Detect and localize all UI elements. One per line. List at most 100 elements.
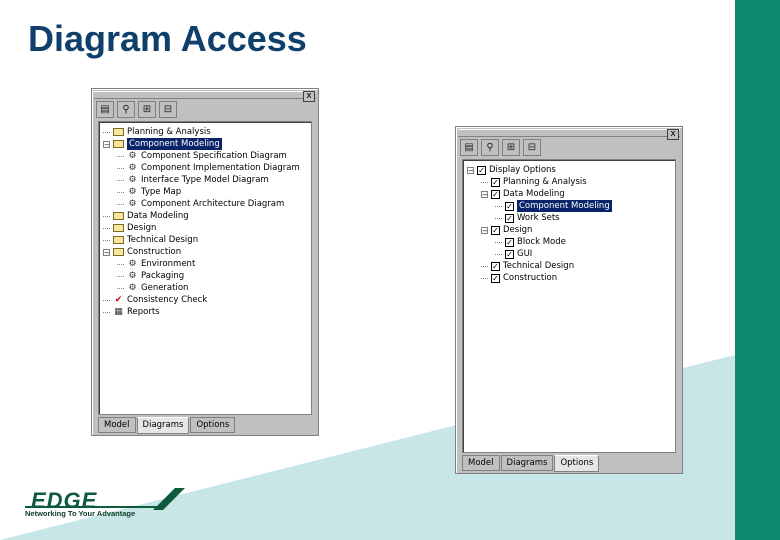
- collapse-icon[interactable]: ⊟: [523, 139, 541, 156]
- tree-item-gui[interactable]: ✓ GUI: [495, 248, 532, 260]
- tree-item-label: Packaging: [141, 271, 185, 281]
- tree-item-label: Type Map: [141, 187, 182, 197]
- tree-item-label: Component Architecture Diagram: [141, 199, 285, 209]
- tree-item-planning-analysis[interactable]: Planning & Analysis: [103, 126, 211, 138]
- tree-item-label: Display Options: [489, 165, 556, 175]
- tree-line-spacer: [117, 191, 124, 193]
- panel-titlebar[interactable]: [458, 129, 680, 137]
- tree-item-label: GUI: [517, 249, 533, 259]
- tree-item-label: Generation: [141, 283, 189, 293]
- tree-item-planning-analysis[interactable]: ✓ Planning & Analysis: [481, 176, 587, 188]
- checkbox-checked-icon[interactable]: ✓: [505, 249, 514, 259]
- print-icon[interactable]: ▤: [460, 139, 478, 156]
- diagram-icon: ⚙: [128, 199, 137, 209]
- tree-item-type-map[interactable]: ⚙ Type Map: [117, 186, 181, 198]
- tree-item-component-architecture-diagram[interactable]: ⚙ Component Architecture Diagram: [117, 198, 284, 210]
- tree-item-label: Work Sets: [517, 213, 560, 223]
- tab-diagrams[interactable]: Diagrams: [136, 417, 190, 434]
- tree-item-label: Data Modeling: [127, 211, 189, 221]
- slide-title: Diagram Access: [28, 18, 307, 59]
- tree-line-spacer: [117, 155, 124, 157]
- checkmark-icon: ✔: [114, 295, 123, 305]
- checkbox-checked-icon[interactable]: ✓: [491, 225, 500, 235]
- collapse-toggle-icon[interactable]: −: [103, 140, 110, 148]
- checkbox-checked-icon[interactable]: ✓: [491, 177, 500, 187]
- tree-item-work-sets[interactable]: ✓ Work Sets: [495, 212, 560, 224]
- panel-titlebar[interactable]: [94, 91, 316, 99]
- diagram-icon: ⚙: [128, 163, 137, 173]
- tree-item-data-modeling[interactable]: − ✓ Data Modeling: [481, 188, 565, 200]
- tree-item-technical-design[interactable]: Technical Design: [103, 234, 198, 246]
- find-icon[interactable]: ⚲: [117, 101, 135, 118]
- tree-item-label: Component Specification Diagram: [141, 151, 287, 161]
- tree-item-reports[interactable]: ▦ Reports: [103, 306, 160, 318]
- tree-line-spacer: [103, 131, 110, 133]
- tree-item-construction[interactable]: ✓ Construction: [481, 272, 557, 284]
- tree-item-label: Technical Design: [503, 261, 575, 271]
- tree-item-component-modeling[interactable]: ✓ Component Modeling: [495, 199, 613, 213]
- find-icon[interactable]: ⚲: [481, 139, 499, 156]
- tree-line-spacer: [103, 215, 110, 217]
- tree-item-label: Data Modeling: [503, 189, 565, 199]
- tree-item-block-mode[interactable]: ✓ Block Mode: [495, 236, 566, 248]
- collapse-toggle-icon[interactable]: −: [467, 166, 474, 174]
- tab-model[interactable]: Model: [98, 417, 136, 433]
- collapse-toggle-icon[interactable]: −: [481, 226, 488, 234]
- collapse-icon[interactable]: ⊟: [159, 101, 177, 118]
- tree-item-label: Block Mode: [517, 237, 566, 247]
- diagram-tree: Planning & Analysis − Component Modeling ⚙ C…: [98, 121, 312, 415]
- collapse-toggle-icon[interactable]: −: [103, 248, 110, 256]
- tab-options[interactable]: Options: [554, 455, 600, 472]
- accent-bar: [735, 0, 780, 540]
- tree-line-spacer: [495, 253, 502, 255]
- tree-item-label: Planning & Analysis: [127, 127, 211, 137]
- tab-diagrams[interactable]: Diagrams: [500, 455, 554, 471]
- checkbox-checked-icon[interactable]: ✓: [505, 213, 514, 223]
- tree-item-component-implementation-diagram[interactable]: ⚙ Component Implementation Diagram: [117, 162, 300, 174]
- checkbox-checked-icon[interactable]: ✓: [477, 165, 486, 175]
- logo-tagline: Networking To Your Advantage: [25, 509, 136, 518]
- panel-tabs: Model Diagrams Options: [462, 455, 600, 472]
- expand-icon[interactable]: ⊞: [502, 139, 520, 156]
- tree-item-generation[interactable]: ⚙ Generation: [117, 282, 188, 294]
- tree-item-interface-type-model-diagram[interactable]: ⚙ Interface Type Model Diagram: [117, 174, 269, 186]
- report-icon: ▦: [114, 307, 123, 317]
- tree-item-construction[interactable]: − Construction: [103, 246, 181, 258]
- checkbox-checked-icon[interactable]: ✓: [491, 261, 500, 271]
- tree-line-spacer: [103, 227, 110, 229]
- tree-item-data-modeling[interactable]: Data Modeling: [103, 210, 189, 222]
- folder-icon: [113, 248, 124, 256]
- diagram-icon: ⚙: [128, 187, 137, 197]
- tree-line-spacer: [117, 167, 124, 169]
- tree-line-spacer: [103, 239, 110, 241]
- checkbox-checked-icon[interactable]: ✓: [491, 189, 500, 199]
- tree-line-spacer: [481, 181, 488, 183]
- close-button[interactable]: x: [667, 129, 679, 140]
- close-button[interactable]: x: [303, 91, 315, 102]
- tree-item-component-modeling[interactable]: − Component Modeling: [103, 137, 223, 151]
- tree-item-consistency-check[interactable]: ✔ Consistency Check: [103, 294, 207, 306]
- tree-line-spacer: [103, 299, 110, 301]
- tree-item-design[interactable]: − ✓ Design: [481, 224, 532, 236]
- tab-options[interactable]: Options: [190, 417, 236, 433]
- tree-line-spacer: [495, 241, 502, 243]
- edge-logo: EDGE Networking To Your Advantage: [25, 488, 185, 520]
- expand-icon[interactable]: ⊞: [138, 101, 156, 118]
- left-diagram-panel: x ▤ ⚲ ⊞ ⊟ Planning & Analysis − Component …: [91, 88, 319, 436]
- checkbox-checked-icon[interactable]: ✓: [491, 273, 500, 283]
- tree-item-label: Environment: [141, 259, 196, 269]
- tree-line-spacer: [495, 217, 502, 219]
- tree-item-technical-design[interactable]: ✓ Technical Design: [481, 260, 574, 272]
- tab-model[interactable]: Model: [462, 455, 500, 471]
- collapse-toggle-icon[interactable]: −: [481, 190, 488, 198]
- checkbox-checked-icon[interactable]: ✓: [505, 201, 514, 211]
- tree-item-packaging[interactable]: ⚙ Packaging: [117, 270, 184, 282]
- options-tree: − ✓ Display Options ✓ Planning & Analysis − ✓ D…: [462, 159, 676, 453]
- print-icon[interactable]: ▤: [96, 101, 114, 118]
- checkbox-checked-icon[interactable]: ✓: [505, 237, 514, 247]
- diagram-icon: ⚙: [128, 283, 137, 293]
- tree-item-design[interactable]: Design: [103, 222, 156, 234]
- tree-item-display-options[interactable]: − ✓ Display Options: [467, 164, 556, 176]
- tree-item-component-specification-diagram[interactable]: ⚙ Component Specification Diagram: [117, 150, 287, 162]
- tree-item-environment[interactable]: ⚙ Environment: [117, 258, 195, 270]
